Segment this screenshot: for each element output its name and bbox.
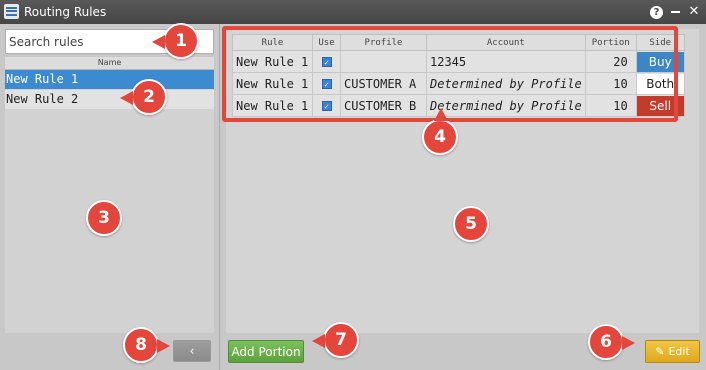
add-portion-button[interactable]: Add Portion xyxy=(228,340,304,363)
side-cell[interactable]: Buy xyxy=(635,50,685,73)
account-cell[interactable]: Determined by Profile xyxy=(426,94,586,117)
use-cell[interactable]: ✓ xyxy=(312,72,341,95)
close-button[interactable]: ✕ xyxy=(687,4,701,19)
callout-marker: 3 xyxy=(86,200,122,236)
title-bar[interactable]: Routing Rules ? ✕ xyxy=(0,0,706,24)
side-cell[interactable]: Both xyxy=(635,72,685,95)
rule-cell[interactable]: New Rule 1 xyxy=(232,94,313,117)
column-header-side[interactable]: Side xyxy=(635,34,685,51)
window-title: Routing Rules xyxy=(24,5,107,19)
use-checkbox[interactable]: ✓ xyxy=(321,79,332,89)
account-cell[interactable]: 12345 xyxy=(426,50,586,73)
callout-marker: 5 xyxy=(453,206,489,242)
callout-marker: 8 xyxy=(123,327,170,363)
portions-table: Rule Use Profile Account Portion Side Ne… xyxy=(232,34,685,117)
rule-cell[interactable]: New Rule 1 xyxy=(232,72,313,95)
callout-marker: 1 xyxy=(152,23,199,59)
portion-cell[interactable]: 10 xyxy=(584,72,637,95)
rules-sidebar: Name New Rule 1 New Rule 2 ‹ xyxy=(0,24,220,370)
column-header-use[interactable]: Use xyxy=(312,34,341,51)
column-header-rule[interactable]: Rule xyxy=(232,34,313,51)
edit-button-label: Edit xyxy=(668,345,690,358)
use-cell[interactable]: ✓ xyxy=(312,50,341,73)
account-cell[interactable]: Determined by Profile xyxy=(426,72,586,95)
table-row[interactable]: New Rule 1 ✓ 12345 20 Buy xyxy=(232,50,685,73)
rules-list: Name New Rule 1 New Rule 2 xyxy=(5,57,214,333)
side-cell[interactable]: Sell xyxy=(635,94,685,117)
side-sell-badge[interactable]: Sell xyxy=(636,95,684,116)
minimize-button[interactable] xyxy=(668,4,682,18)
portions-grid-area: Rule Use Profile Account Portion Side Ne… xyxy=(226,29,699,333)
rule-cell[interactable]: New Rule 1 xyxy=(232,50,313,73)
column-header-account[interactable]: Account xyxy=(426,34,586,51)
callout-marker: 7 xyxy=(312,322,359,358)
callout-marker: 2 xyxy=(120,79,167,115)
rule-detail-panel: Rule Use Profile Account Portion Side Ne… xyxy=(221,24,706,370)
pencil-icon: ✎ xyxy=(655,345,665,358)
routing-rules-window: Routing Rules ? ✕ Name New Rule 1 New Ru… xyxy=(0,0,706,370)
rules-list-item[interactable]: New Rule 1 xyxy=(5,70,214,89)
callout-marker: 6 xyxy=(588,324,635,360)
side-buy-badge[interactable]: Buy xyxy=(636,51,684,72)
portion-cell[interactable]: 20 xyxy=(584,50,637,73)
callout-marker: 4 xyxy=(422,108,458,155)
side-both-badge[interactable]: Both xyxy=(636,73,684,94)
table-header-row: Rule Use Profile Account Portion Side xyxy=(232,34,685,51)
table-row[interactable]: New Rule 1 ✓ CUSTOMER B Determined by Pr… xyxy=(232,94,685,117)
help-button[interactable]: ? xyxy=(650,6,663,19)
edit-button[interactable]: ✎ Edit xyxy=(645,340,700,363)
profile-cell[interactable]: CUSTOMER A xyxy=(340,72,427,95)
profile-cell[interactable] xyxy=(340,50,427,73)
table-row[interactable]: New Rule 1 ✓ CUSTOMER A Determined by Pr… xyxy=(232,72,685,95)
rules-list-header[interactable]: Name xyxy=(5,57,214,70)
rules-list-item[interactable]: New Rule 2 xyxy=(5,90,214,109)
use-checkbox[interactable]: ✓ xyxy=(321,101,332,111)
routing-list-icon xyxy=(4,4,19,19)
collapse-sidebar-button[interactable]: ‹ xyxy=(173,340,211,362)
use-checkbox[interactable]: ✓ xyxy=(321,57,332,67)
use-cell[interactable]: ✓ xyxy=(312,94,341,117)
column-header-profile[interactable]: Profile xyxy=(340,34,427,51)
profile-cell[interactable]: CUSTOMER B xyxy=(340,94,427,117)
portion-cell[interactable]: 10 xyxy=(584,94,637,117)
column-header-portion[interactable]: Portion xyxy=(584,34,637,51)
